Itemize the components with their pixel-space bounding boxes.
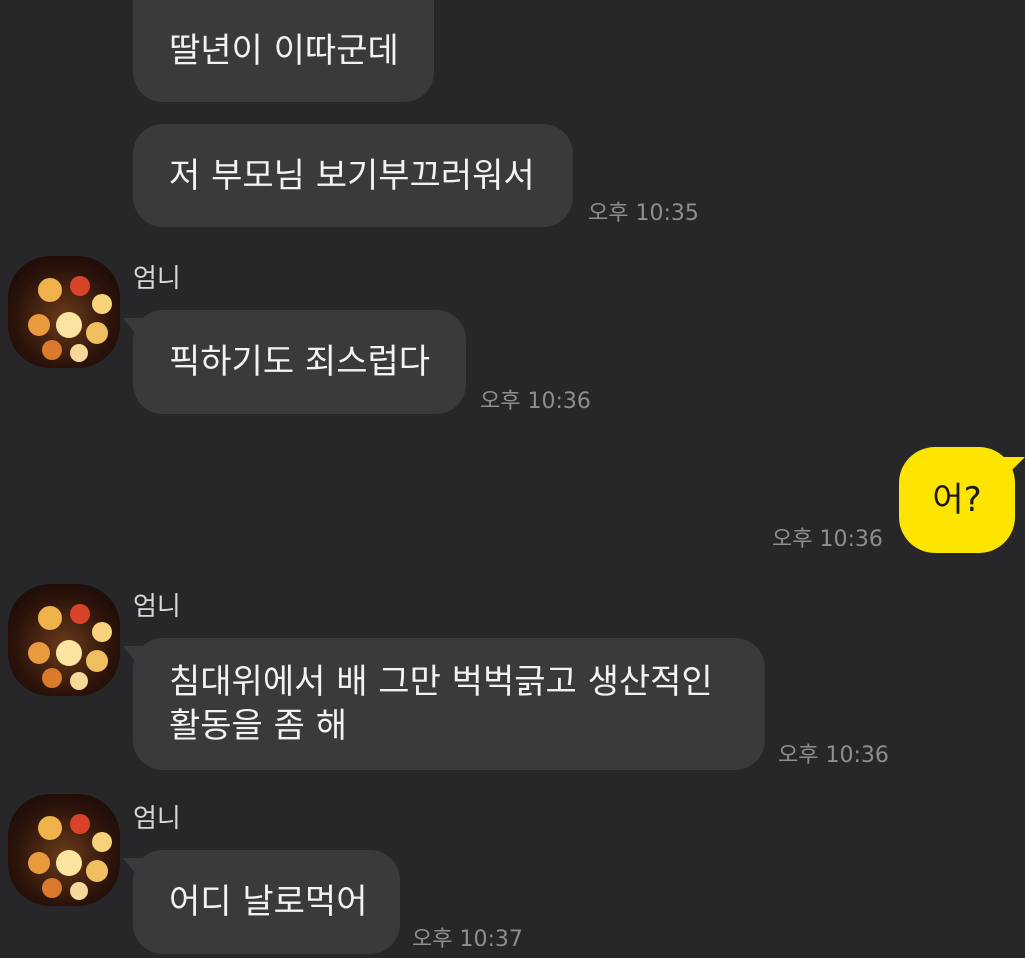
message-text-line: 침대위에서 배 그만 벅벅긁고 생산적인: [169, 662, 713, 702]
lantern-icon: [38, 606, 62, 630]
message-text: 딸년이 이따군데: [169, 31, 399, 71]
lantern-icon: [42, 340, 62, 360]
lantern-icon: [38, 278, 62, 302]
lantern-icon: [56, 850, 82, 876]
message-time: 오후 10:36: [772, 527, 883, 552]
lantern-icon: [92, 622, 112, 642]
lantern-icon: [92, 832, 112, 852]
message-time: 오후 10:37: [412, 927, 523, 952]
message-text: 저 부모님 보기부끄러워서: [169, 155, 535, 196]
sender-name: 엄니: [133, 804, 181, 834]
message-time: 오후 10:36: [778, 743, 889, 768]
message-time: 오후 10:36: [480, 389, 591, 414]
my-message-bubble[interactable]: 어?: [899, 447, 1025, 553]
lantern-icon: [70, 672, 88, 690]
message-bubble-5[interactable]: 침대위에서 배 그만 벅벅긁고 생산적인 활동을 좀 해: [133, 638, 765, 770]
lantern-icon: [38, 816, 62, 840]
lantern-icon: [56, 312, 82, 338]
lantern-icon: [70, 882, 88, 900]
lantern-icon: [28, 852, 50, 874]
lantern-icon: [28, 642, 50, 664]
lantern-icon: [86, 650, 108, 672]
lantern-icon: [70, 276, 90, 296]
message-bubble-2[interactable]: 저 부모님 보기부끄러워서: [133, 124, 573, 227]
avatar[interactable]: [8, 794, 120, 906]
message-text: 어디 날로먹어: [169, 882, 368, 922]
message-text: 어?: [932, 480, 982, 520]
message-bubble-6[interactable]: 어디 날로먹어: [133, 850, 400, 954]
lantern-icon: [70, 814, 90, 834]
sender-name: 엄니: [133, 592, 181, 622]
lantern-icon: [92, 294, 112, 314]
lantern-icon: [70, 344, 88, 362]
lantern-icon: [42, 878, 62, 898]
lantern-icon: [86, 322, 108, 344]
message-text-line: 활동을 좀 해: [169, 706, 348, 746]
lantern-icon: [28, 314, 50, 336]
message-bubble-1[interactable]: 딸년이 이따군데: [133, 0, 434, 102]
lantern-icon: [42, 668, 62, 688]
lantern-icon: [86, 860, 108, 882]
message-text: 픽하기도 죄스럽다: [169, 342, 431, 382]
lantern-icon: [70, 604, 90, 624]
sender-name: 엄니: [133, 264, 181, 294]
message-bubble-3[interactable]: 픽하기도 죄스럽다: [133, 310, 466, 414]
chat-room: 딸년이 이따군데 저 부모님 보기부끄러워서 오후 10:35 엄니 픽하기도 …: [0, 0, 1025, 958]
avatar[interactable]: [8, 256, 120, 368]
lantern-icon: [56, 640, 82, 666]
avatar[interactable]: [8, 584, 120, 696]
message-time: 오후 10:35: [588, 201, 699, 226]
